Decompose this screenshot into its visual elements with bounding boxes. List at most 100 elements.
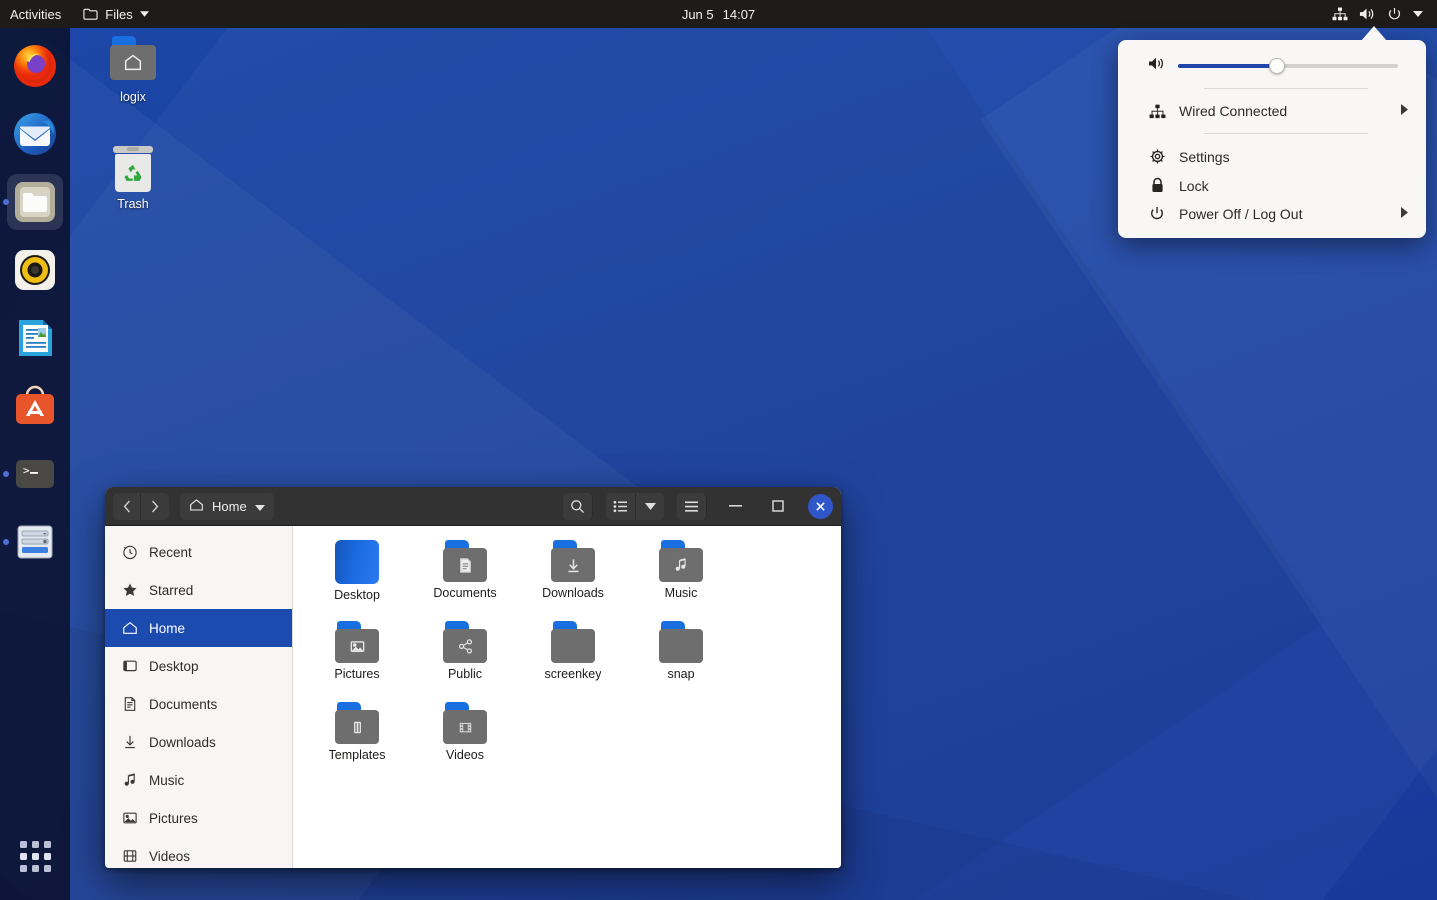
- main-menu-button[interactable]: [677, 493, 707, 520]
- path-bar-label: Home: [212, 499, 247, 514]
- file-manager-window[interactable]: Home: [105, 487, 841, 868]
- view-options-dropdown[interactable]: [636, 493, 664, 520]
- sidebar-item-label: Home: [149, 621, 185, 636]
- back-button[interactable]: [113, 493, 141, 520]
- share-icon: [456, 637, 475, 656]
- close-button[interactable]: [808, 494, 833, 519]
- file-item-documents[interactable]: Documents: [411, 540, 519, 615]
- menu-divider: [1204, 133, 1368, 134]
- sidebar-item-label: Starred: [149, 583, 193, 598]
- status-area-button[interactable]: [1326, 0, 1429, 28]
- activities-button[interactable]: Activities: [0, 0, 73, 28]
- file-item-downloads[interactable]: Downloads: [519, 540, 627, 615]
- folder-icon: [659, 540, 703, 582]
- volume-icon: [1148, 56, 1166, 76]
- download-icon: [121, 734, 138, 751]
- film-icon: [121, 848, 138, 865]
- sidebar-item-label: Documents: [149, 697, 217, 712]
- sidebar-item-label: Recent: [149, 545, 192, 560]
- dock-item-firefox[interactable]: [7, 38, 63, 94]
- file-item-label: Desktop: [334, 588, 380, 602]
- file-item-public[interactable]: Public: [411, 621, 519, 696]
- desktop-icon-logix[interactable]: logix: [87, 36, 179, 104]
- sidebar-item-recent[interactable]: Recent: [105, 533, 292, 571]
- volume-slider-handle[interactable]: [1269, 58, 1285, 74]
- music-note-icon: [672, 556, 690, 574]
- system-menu-item-settings[interactable]: Settings: [1118, 142, 1426, 171]
- chevron-down-icon: [1413, 11, 1423, 17]
- sidebar-item-documents[interactable]: Documents: [105, 685, 292, 723]
- show-applications-button[interactable]: [7, 828, 63, 884]
- libreoffice-writer-icon: [12, 315, 58, 361]
- view-controls: [606, 493, 664, 520]
- clock[interactable]: Jun 5 14:07: [682, 7, 755, 22]
- file-item-screenkey[interactable]: screenkey: [519, 621, 627, 696]
- forward-button[interactable]: [141, 493, 169, 520]
- dock-item-libreoffice-writer[interactable]: [7, 310, 63, 366]
- search-button[interactable]: [563, 493, 593, 520]
- sidebar-item-music[interactable]: Music: [105, 761, 292, 799]
- trash-icon: [113, 146, 153, 192]
- list-view-button[interactable]: [606, 493, 636, 520]
- sidebar-item-pictures[interactable]: Pictures: [105, 799, 292, 837]
- sidebar-item-home[interactable]: Home: [105, 609, 292, 647]
- path-bar-home[interactable]: Home: [180, 493, 274, 520]
- dock-item-rhythmbox[interactable]: [7, 242, 63, 298]
- file-item-desktop[interactable]: Desktop: [303, 540, 411, 615]
- desktop-icon-label: Trash: [87, 197, 179, 211]
- document-icon: [456, 556, 475, 575]
- minimize-button[interactable]: [722, 493, 749, 520]
- file-item-label: screenkey: [545, 667, 602, 681]
- volume-icon: [1359, 7, 1376, 21]
- app-grid-icon: [20, 841, 51, 872]
- folder-icon: [659, 621, 703, 663]
- sidebar-item-downloads[interactable]: Downloads: [105, 723, 292, 761]
- app-menu-files[interactable]: Files: [73, 0, 158, 28]
- folder-icon: [335, 702, 379, 744]
- menu-divider: [1204, 88, 1368, 89]
- sidebar-item-label: Desktop: [149, 659, 199, 674]
- file-item-snap[interactable]: snap: [627, 621, 735, 696]
- sidebar-item-videos[interactable]: Videos: [105, 837, 292, 868]
- maximize-button[interactable]: [764, 493, 791, 520]
- volume-slider-fill: [1178, 64, 1277, 68]
- sidebar-item-starred[interactable]: Starred: [105, 571, 292, 609]
- dock-item-ubuntu-software[interactable]: [7, 378, 63, 434]
- desktop-icon-label: logix: [87, 90, 179, 104]
- navigation-buttons: [113, 493, 169, 520]
- files-icon: [12, 179, 58, 225]
- file-grid[interactable]: Desktop Documents: [293, 526, 841, 868]
- dock-item-settings-forms[interactable]: [7, 514, 63, 570]
- rhythmbox-icon: [12, 247, 58, 293]
- file-item-label: Videos: [446, 748, 484, 762]
- dock-item-thunderbird[interactable]: [7, 106, 63, 162]
- file-manager-header: Home: [105, 487, 841, 526]
- system-menu: Wired Connected Settings Lock: [1118, 40, 1426, 238]
- system-menu-item-label: Lock: [1179, 178, 1209, 194]
- volume-slider-row[interactable]: [1118, 52, 1426, 80]
- file-item-videos[interactable]: Videos: [411, 702, 519, 777]
- dock-item-files[interactable]: [7, 174, 63, 230]
- firefox-icon: [11, 42, 59, 90]
- volume-slider[interactable]: [1178, 64, 1398, 68]
- activities-label: Activities: [10, 7, 61, 22]
- chevron-right-icon: [1401, 207, 1408, 221]
- dock-item-terminal[interactable]: >: [7, 446, 63, 502]
- picture-icon: [348, 637, 367, 656]
- system-menu-item-power[interactable]: Power Off / Log Out: [1118, 200, 1426, 228]
- system-menu-item-wired[interactable]: Wired Connected: [1118, 97, 1426, 125]
- sidebar-item-desktop[interactable]: Desktop: [105, 647, 292, 685]
- file-item-music[interactable]: Music: [627, 540, 735, 615]
- desktop-icon-trash[interactable]: Trash: [87, 146, 179, 211]
- file-item-templates[interactable]: Templates: [303, 702, 411, 777]
- folder-icon: [443, 621, 487, 663]
- hamburger-menu-icon: [684, 500, 699, 513]
- folder-icon: [551, 621, 595, 663]
- file-item-label: Downloads: [542, 586, 604, 600]
- settings-forms-icon: [12, 519, 58, 565]
- power-icon: [1387, 7, 1402, 22]
- file-item-pictures[interactable]: Pictures: [303, 621, 411, 696]
- system-menu-item-lock[interactable]: Lock: [1118, 171, 1426, 200]
- running-indicator: [3, 199, 9, 205]
- chevron-right-icon: [1401, 104, 1408, 118]
